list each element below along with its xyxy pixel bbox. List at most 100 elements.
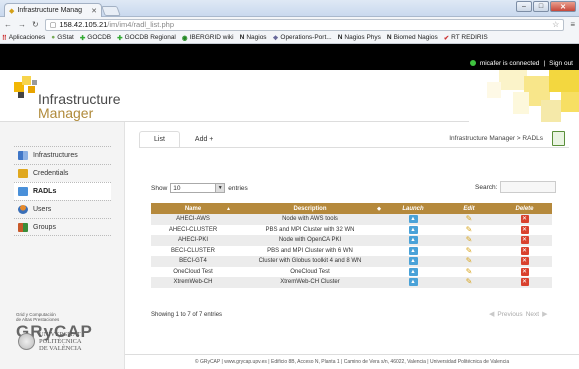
browser-tab-title: Infrastructure Manag	[17, 7, 82, 14]
launch-icon[interactable]: ▲	[408, 267, 418, 276]
page-icon: ▢	[49, 21, 57, 29]
upv-logo: UNIVERSITAT POLITÈCNICA DE VALÈNCIA	[18, 331, 82, 352]
gocdb-icon: ✚	[117, 34, 123, 42]
bookmark-item[interactable]: ❖ Operations-Port...	[273, 34, 332, 42]
url-host: 158.42.105.21	[59, 20, 108, 29]
export-spreadsheet-icon[interactable]	[552, 131, 565, 146]
table-row: AHECI-AWS Node with AWS tools ▲ ✎ ✕	[151, 214, 552, 225]
radls-icon	[18, 187, 28, 196]
credentials-icon	[18, 169, 28, 178]
entries-select[interactable]: 10 ▼	[170, 183, 226, 193]
search-label: Search:	[475, 183, 498, 191]
delete-icon[interactable]: ✕	[520, 257, 529, 266]
window-controls: – □ ✕	[516, 1, 576, 12]
tab-list[interactable]: List	[139, 131, 180, 148]
radl-name: XtremWeb-CH	[151, 277, 235, 288]
bookmark-item[interactable]: N Nagios Phys	[338, 34, 381, 41]
sidebar-item-label: Credentials	[33, 170, 69, 177]
top-band	[0, 44, 579, 56]
edit-pencil-icon[interactable]: ✎	[466, 278, 473, 286]
bookmark-item[interactable]: ✔ RT REDIRIS	[444, 34, 488, 42]
forward-icon[interactable]: →	[18, 20, 26, 29]
column-header-name[interactable]: Name ▲	[151, 203, 235, 214]
users-icon	[18, 205, 28, 214]
wiki-icon: ◉	[181, 34, 188, 42]
sort-asc-icon: ▲	[226, 205, 231, 212]
back-icon[interactable]: ←	[4, 20, 12, 29]
edit-pencil-icon[interactable]: ✎	[466, 246, 473, 255]
table-row: XtremWeb-CH XtremWeb-CH Cluster ▲ ✎ ✕	[151, 277, 552, 288]
sidebar-item-credentials[interactable]: Credentials	[14, 164, 111, 182]
content-tabs: List Add +	[139, 131, 228, 148]
new-tab-button[interactable]	[101, 6, 121, 16]
bookmark-item[interactable]: ✚ GOCDB	[80, 34, 111, 42]
logo-title: Infrastructure	[38, 91, 121, 107]
column-header-description[interactable]: Description ◆	[235, 203, 385, 214]
maximize-button[interactable]: □	[533, 1, 549, 12]
close-tab-icon[interactable]: ✕	[91, 7, 97, 15]
launch-icon[interactable]: ▲	[408, 225, 418, 234]
url-path: /im/im4/radl_list.php	[107, 20, 174, 29]
delete-icon[interactable]: ✕	[520, 225, 529, 234]
browser-titlebar: ◆ Infrastructure Manag ✕ – □ ✕	[0, 0, 579, 17]
edit-pencil-icon[interactable]: ✎	[466, 267, 473, 276]
launch-icon[interactable]: ▲	[408, 278, 418, 287]
launch-icon[interactable]: ▲	[408, 246, 418, 255]
radl-name: AHECI-CLUSTER	[151, 224, 235, 235]
bookmark-item[interactable]: ● GStat	[51, 34, 74, 41]
sidebar-item-label: Groups	[33, 223, 56, 231]
sidebar-item-groups[interactable]: Groups	[14, 218, 111, 236]
table-row: AHECI-CLUSTER PBS and MPI Cluster with 3…	[151, 224, 552, 235]
browser-tab[interactable]: ◆ Infrastructure Manag ✕	[4, 3, 102, 17]
delete-icon[interactable]: ✕	[520, 215, 529, 224]
previous-arrow-icon: ◀	[489, 311, 495, 318]
sign-out-link[interactable]: Sign out	[549, 60, 573, 67]
delete-icon[interactable]: ✕	[520, 267, 529, 276]
column-header-edit: Edit	[441, 203, 497, 214]
online-status-icon	[469, 60, 476, 66]
groups-icon	[18, 222, 28, 232]
sidebar-item-radls[interactable]: RADLs	[14, 182, 111, 200]
upv-seal-icon	[18, 333, 35, 350]
radl-description: OneCloud Test	[235, 266, 385, 277]
apps-icon: ⠿	[2, 34, 7, 42]
bookmark-item[interactable]: ◉ IBERGRID wiki	[182, 34, 234, 42]
bookmark-item[interactable]: N Nagios	[240, 34, 267, 41]
table-row: BECI-CLUSTER PBS and MPI Cluster with 6 …	[151, 245, 552, 256]
table-row: OneCloud Test OneCloud Test ▲ ✎ ✕	[151, 266, 552, 277]
delete-icon[interactable]: ✕	[520, 246, 529, 255]
close-window-button[interactable]: ✕	[550, 1, 576, 12]
url-bar: ← → ↻ ▢ 158.42.105.21 /im/im4/radl_list.…	[0, 17, 579, 32]
bookmark-item[interactable]: ✚ GOCDB Regional	[117, 34, 176, 42]
delete-icon[interactable]: ✕	[520, 278, 529, 287]
search-input[interactable]	[500, 181, 557, 193]
connection-status: micafer is connected	[479, 59, 540, 67]
radl-description: Node with OpenCA PKI	[235, 235, 385, 246]
sidebar-item-users[interactable]: Users	[14, 200, 111, 218]
radl-name: AHECI-AWS	[151, 214, 235, 225]
edit-pencil-icon[interactable]: ✎	[466, 257, 473, 265]
bookmark-item[interactable]: N Biomed Nagios	[387, 34, 438, 41]
delete-icon[interactable]: ✕	[520, 236, 529, 245]
gstat-icon: ●	[51, 34, 56, 41]
next-button[interactable]: Next	[526, 311, 539, 318]
sidebar-item-infrastructures[interactable]: Infrastructures	[14, 146, 111, 164]
breadcrumb: Infrastructure Manager > RADLs	[449, 135, 543, 142]
sidebar-item-label: RADLs	[33, 188, 57, 195]
sort-both-icon: ◆	[377, 205, 381, 212]
edit-pencil-icon[interactable]: ✎	[466, 215, 473, 223]
bookmark-star-icon[interactable]: ☆	[552, 20, 559, 29]
launch-icon[interactable]: ▲	[408, 236, 418, 245]
launch-icon[interactable]: ▲	[408, 257, 418, 266]
bookmark-item[interactable]: ⠿ Aplicaciones	[2, 34, 45, 42]
edit-pencil-icon[interactable]: ✎	[466, 236, 473, 244]
reload-icon[interactable]: ↻	[32, 20, 39, 29]
nagios-icon: N	[337, 34, 343, 41]
launch-icon[interactable]: ▲	[408, 215, 418, 224]
address-input[interactable]: ▢ 158.42.105.21 /im/im4/radl_list.php ☆	[44, 18, 565, 31]
edit-pencil-icon[interactable]: ✎	[466, 225, 473, 234]
minimize-button[interactable]: –	[516, 1, 532, 12]
menu-icon[interactable]: ≡	[570, 20, 575, 29]
previous-button[interactable]: Previous	[497, 311, 522, 318]
tab-add[interactable]: Add +	[180, 131, 229, 148]
